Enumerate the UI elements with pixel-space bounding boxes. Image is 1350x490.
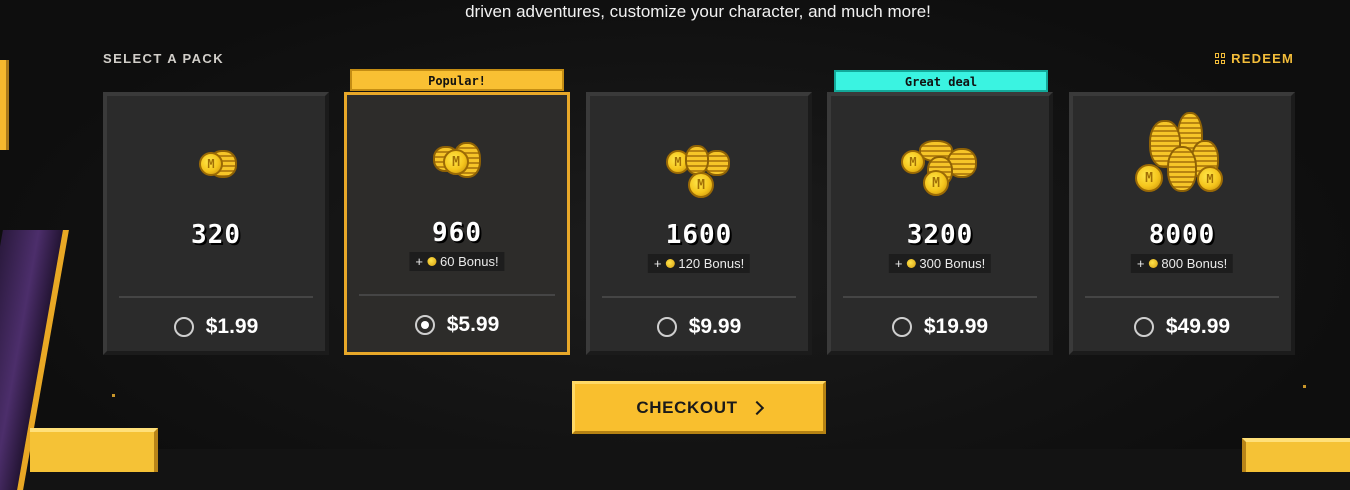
pack-price: $49.99: [1165, 315, 1231, 338]
pack-radio[interactable]: [173, 317, 194, 337]
pack-price: $1.99: [205, 315, 259, 338]
bonus-text: 120 Bonus!: [678, 256, 745, 271]
coin-pile-image: M M: [1073, 112, 1291, 226]
pack-price: $9.99: [688, 315, 742, 338]
bonus-text: 60 Bonus!: [440, 254, 499, 269]
bonus-text: 800 Bonus!: [1161, 256, 1228, 271]
card-divider: [602, 296, 796, 298]
coin-icon: [1148, 259, 1158, 268]
pack-price: $5.99: [446, 313, 500, 336]
card-divider: [119, 296, 313, 298]
pack-card-3200[interactable]: Great deal M M 3200 + 300 Bonus! $19.99: [827, 70, 1053, 355]
bonus-tag: + 120 Bonus!: [647, 254, 751, 273]
coin-pile-image: M: [107, 126, 325, 226]
bonus-tag: + 60 Bonus!: [409, 252, 505, 271]
coin-pile-image: M M: [590, 126, 808, 226]
pack-radio[interactable]: [1133, 317, 1154, 337]
coin-amount: 960: [432, 218, 482, 248]
pack-card-960[interactable]: Popular! M 960 + 60 Bonus! $5.99: [344, 69, 570, 355]
checkout-label: CHECKOUT: [636, 397, 738, 417]
great-deal-badge: Great deal: [834, 70, 1048, 92]
pack-price: $19.99: [923, 315, 989, 338]
coin-amount: 8000: [1148, 220, 1216, 250]
sparkle-icon: [1303, 385, 1306, 388]
bonus-text: 300 Bonus!: [919, 256, 986, 271]
chevron-right-icon: [749, 400, 764, 416]
pack-radio[interactable]: [656, 317, 677, 337]
coin-amount: 320: [191, 220, 241, 250]
bonus-tag: + 800 Bonus!: [1130, 254, 1234, 273]
popular-badge: Popular!: [350, 69, 564, 91]
price-row: $9.99: [590, 315, 808, 339]
coin-icon: [665, 259, 675, 268]
coin-pile-image: M M: [831, 126, 1049, 226]
price-row: $1.99: [107, 315, 325, 339]
bonus-prefix: +: [894, 256, 903, 271]
coin-amount: 1600: [665, 220, 733, 250]
bonus-prefix: +: [653, 256, 662, 271]
card-divider: [359, 294, 555, 296]
redeem-link[interactable]: REDEEM: [1215, 51, 1294, 66]
price-row: $5.99: [347, 313, 567, 337]
pack-card-1600[interactable]: M M 1600 + 120 Bonus! $9.99: [586, 92, 812, 355]
pack-card-8000[interactable]: M M 8000 + 800 Bonus! $49.99: [1069, 92, 1295, 355]
checkout-button[interactable]: CHECKOUT: [572, 381, 826, 434]
bonus-prefix: +: [1136, 256, 1145, 271]
card-divider: [843, 296, 1037, 298]
coin-icon: [427, 257, 437, 266]
pack-radio[interactable]: [891, 317, 912, 337]
redeem-label: REDEEM: [1231, 51, 1294, 66]
coin-amount: 3200: [906, 220, 974, 250]
pack-list: M 320 $1.99 Popular! M 960 + 60 Bonus! $…: [103, 69, 1295, 355]
price-row: $49.99: [1073, 315, 1291, 339]
bonus-tag: + 300 Bonus!: [888, 254, 992, 273]
intro-text: driven adventures, customize your charac…: [465, 2, 931, 21]
coin-icon: [906, 259, 916, 268]
decorative-gold-block: [1242, 438, 1350, 472]
pack-card-320[interactable]: M 320 $1.99: [103, 92, 329, 355]
grid-icon: [1215, 53, 1226, 64]
decorative-gold-block: [30, 428, 158, 472]
coin-pile-image: M: [347, 125, 567, 225]
pack-radio-checked[interactable]: [414, 315, 435, 335]
decorative-block: [0, 60, 9, 150]
card-divider: [1085, 296, 1279, 298]
select-pack-heading: SELECT A PACK: [103, 51, 225, 66]
sparkle-icon: [112, 394, 115, 397]
bonus-prefix: +: [415, 254, 424, 269]
price-row: $19.99: [831, 315, 1049, 339]
